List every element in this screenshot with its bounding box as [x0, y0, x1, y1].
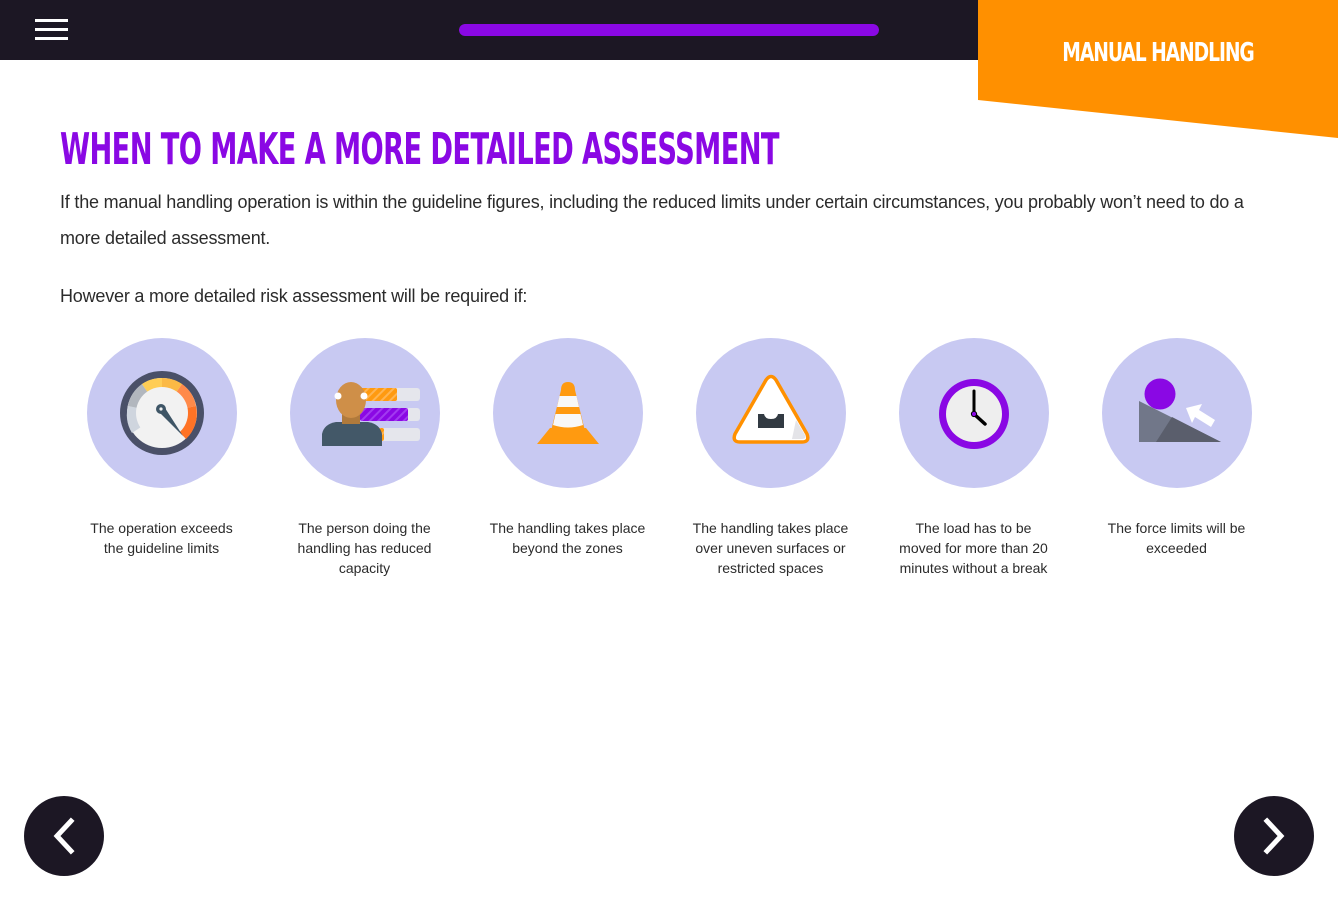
criteria-item: The person doing the handling has reduce…	[263, 338, 466, 578]
previous-button[interactable]	[24, 796, 104, 876]
criteria-caption: The handling takes place beyond the zone…	[489, 520, 646, 556]
course-tag: Manual Handling	[978, 0, 1338, 138]
clock-icon	[938, 379, 1009, 449]
uneven-road-warning-icon	[731, 374, 810, 444]
icon-circle	[898, 338, 1049, 488]
speedometer-icon	[119, 371, 204, 455]
page-title: When to make a more detailed assessment	[60, 124, 780, 175]
icon-circle	[492, 338, 643, 488]
criteria-caption: The operation exceeds the guideline limi…	[90, 520, 233, 556]
icon-circle	[1101, 338, 1252, 488]
progress-bar-fill	[459, 24, 879, 36]
lead-paragraph: However a more detailed risk assessment …	[60, 286, 528, 306]
criteria-caption: The handling takes place over uneven sur…	[692, 520, 849, 576]
hamburger-menu-icon-line	[35, 37, 68, 40]
criteria-item: The operation exceeds the guideline limi…	[60, 338, 263, 558]
criteria-item: The handling takes place over uneven sur…	[669, 338, 872, 578]
traffic-cone-icon	[536, 382, 599, 444]
menu-button[interactable]	[35, 18, 69, 42]
criteria-caption: The person doing the handling has reduce…	[297, 520, 432, 576]
criteria-item: The handling takes place beyond the zone…	[466, 338, 669, 558]
chevron-right-icon	[1263, 817, 1285, 855]
intro-paragraph: If the manual handling operation is with…	[60, 192, 1244, 248]
criteria-caption: The force limits will be exceeded	[1107, 520, 1246, 556]
progress-bar	[459, 24, 879, 36]
icon-circle	[695, 338, 846, 488]
hamburger-menu-icon	[35, 19, 68, 22]
icon-circle	[86, 338, 237, 488]
course-title: Manual Handling	[1062, 38, 1255, 68]
person-capacity-icon	[321, 382, 420, 446]
next-button[interactable]	[1234, 796, 1314, 876]
course-tag-shape	[978, 0, 1338, 138]
criteria-list: The operation exceeds the guideline limi…	[60, 338, 1280, 598]
criteria-caption: The load has to be moved for more than 2…	[899, 520, 1048, 576]
icon-circle	[289, 338, 440, 488]
criteria-item: The force limits will be exceeded	[1075, 338, 1278, 558]
force-slope-icon	[1138, 378, 1221, 442]
hamburger-menu-icon-line	[35, 28, 68, 31]
chevron-left-icon	[53, 817, 75, 855]
criteria-item: The load has to be moved for more than 2…	[872, 338, 1075, 578]
